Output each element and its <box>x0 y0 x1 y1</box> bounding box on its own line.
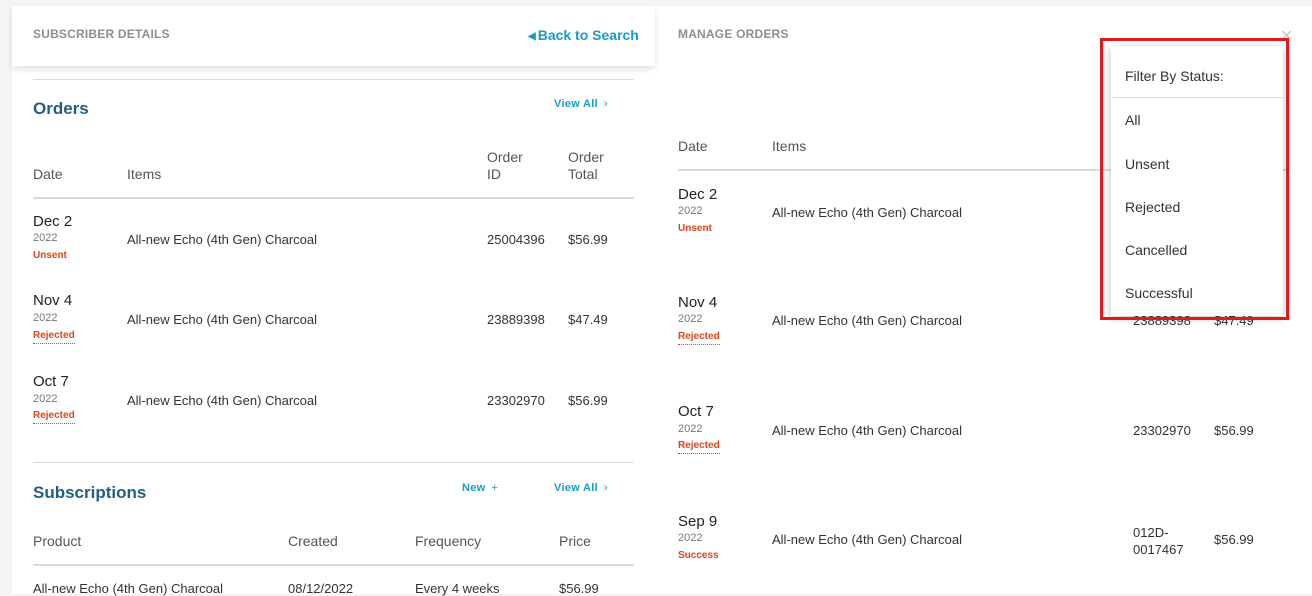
status-badge[interactable]: Unsent <box>678 223 712 236</box>
col-date: Date <box>678 138 708 154</box>
col-date: Date <box>33 166 63 182</box>
order-date: Sep 9 <box>678 513 718 530</box>
order-item: All-new Echo (4th Gen) Charcoal <box>772 532 963 547</box>
order-id-line1: 012D- <box>1133 525 1169 540</box>
subscriber-details-title: SUBSCRIBER DETAILS <box>33 27 170 41</box>
order-date: Oct 7 <box>678 403 714 420</box>
close-icon[interactable]: ✕ <box>1280 26 1293 46</box>
subscriber-details-header: SUBSCRIBER DETAILS ◀ Back to Search <box>12 6 655 66</box>
chevron-left-icon: ◀ <box>528 31 536 42</box>
subscriptions-header-divider <box>33 564 634 566</box>
new-label: New <box>462 482 486 494</box>
order-date: Dec 2 <box>678 186 718 203</box>
order-item: All-new Echo (4th Gen) Charcoal <box>772 205 963 220</box>
filter-option-rejected[interactable]: Rejected <box>1125 199 1180 215</box>
order-id: 23889398 <box>487 312 545 327</box>
col-items: Items <box>127 166 162 182</box>
manage-orders-title: MANAGE ORDERS <box>678 27 789 41</box>
filter-status-dropdown: Filter By Status: All Unsent Rejected Ca… <box>1111 46 1283 316</box>
status-badge[interactable]: Rejected <box>678 331 720 345</box>
filter-option-all[interactable]: All <box>1125 112 1141 128</box>
orders-header-divider <box>33 197 634 199</box>
back-to-search-link[interactable]: ◀ Back to Search <box>528 27 639 43</box>
order-year: 2022 <box>678 532 703 544</box>
subscriptions-view-all-link[interactable]: View All › <box>554 482 608 494</box>
view-all-label: View All <box>554 98 598 110</box>
order-date: Dec 2 <box>33 213 73 230</box>
order-total: $56.99 <box>568 393 608 408</box>
chevron-right-icon: › <box>603 482 608 494</box>
order-year: 2022 <box>678 205 703 217</box>
divider <box>33 79 634 80</box>
order-year: 2022 <box>33 393 58 405</box>
order-id: 23302970 <box>487 393 545 408</box>
col-product: Product <box>33 533 82 549</box>
col-order-id-line2: ID <box>487 166 501 182</box>
status-badge[interactable]: Rejected <box>33 410 75 424</box>
col-order-id: Order ID <box>487 149 523 183</box>
col-order-total-line1: Order <box>568 149 604 165</box>
subscriptions-title: Subscriptions <box>33 483 147 502</box>
status-badge[interactable]: Rejected <box>678 440 720 454</box>
order-id: 23302970 <box>1133 423 1191 438</box>
subscriber-details-panel: SUBSCRIBER DETAILS ◀ Back to Search Order… <box>12 6 655 596</box>
col-frequency: Frequency <box>415 533 482 549</box>
plus-icon: + <box>491 482 499 494</box>
order-item: All-new Echo (4th Gen) Charcoal <box>772 423 963 438</box>
order-total: $56.99 <box>1214 532 1254 547</box>
order-year: 2022 <box>678 423 703 435</box>
order-item: All-new Echo (4th Gen) Charcoal <box>127 393 318 408</box>
filter-option-successful[interactable]: Successful <box>1125 285 1193 301</box>
status-badge[interactable]: Unsent <box>33 250 67 263</box>
col-created: Created <box>288 533 338 549</box>
col-items: Items <box>772 138 807 154</box>
order-total: $56.99 <box>1214 423 1254 438</box>
order-year: 2022 <box>678 313 703 325</box>
divider <box>33 462 634 463</box>
filter-option-cancelled[interactable]: Cancelled <box>1125 242 1187 258</box>
order-total: $56.99 <box>568 232 608 247</box>
order-id: 25004396 <box>487 232 545 247</box>
col-price: Price <box>559 533 591 549</box>
orders-title: Orders <box>33 99 89 118</box>
order-date: Nov 4 <box>678 294 718 311</box>
col-order-total: Order Total <box>568 149 604 183</box>
orders-view-all-link[interactable]: View All › <box>554 98 608 110</box>
order-total: $47.49 <box>568 312 608 327</box>
filter-title: Filter By Status: <box>1125 68 1224 84</box>
status-badge[interactable]: Rejected <box>33 330 75 344</box>
chevron-right-icon: › <box>603 98 608 110</box>
new-subscription-link[interactable]: New + <box>462 482 498 494</box>
order-item: All-new Echo (4th Gen) Charcoal <box>127 312 318 327</box>
status-badge[interactable]: Success <box>678 550 719 563</box>
view-all-label: View All <box>554 482 598 494</box>
order-year: 2022 <box>33 312 58 324</box>
filter-option-unsent[interactable]: Unsent <box>1125 156 1169 172</box>
order-item: All-new Echo (4th Gen) Charcoal <box>127 232 318 247</box>
order-id-line2: 0017467 <box>1133 542 1184 557</box>
col-order-id-line1: Order <box>487 149 523 165</box>
order-date: Oct 7 <box>33 373 69 390</box>
col-order-total-line2: Total <box>568 166 598 182</box>
order-item: All-new Echo (4th Gen) Charcoal <box>772 313 963 328</box>
divider <box>1111 97 1283 98</box>
back-to-search-label: Back to Search <box>537 27 639 43</box>
order-id: 012D- 0017467 <box>1133 524 1184 558</box>
order-date: Nov 4 <box>33 292 73 309</box>
order-year: 2022 <box>33 232 58 244</box>
